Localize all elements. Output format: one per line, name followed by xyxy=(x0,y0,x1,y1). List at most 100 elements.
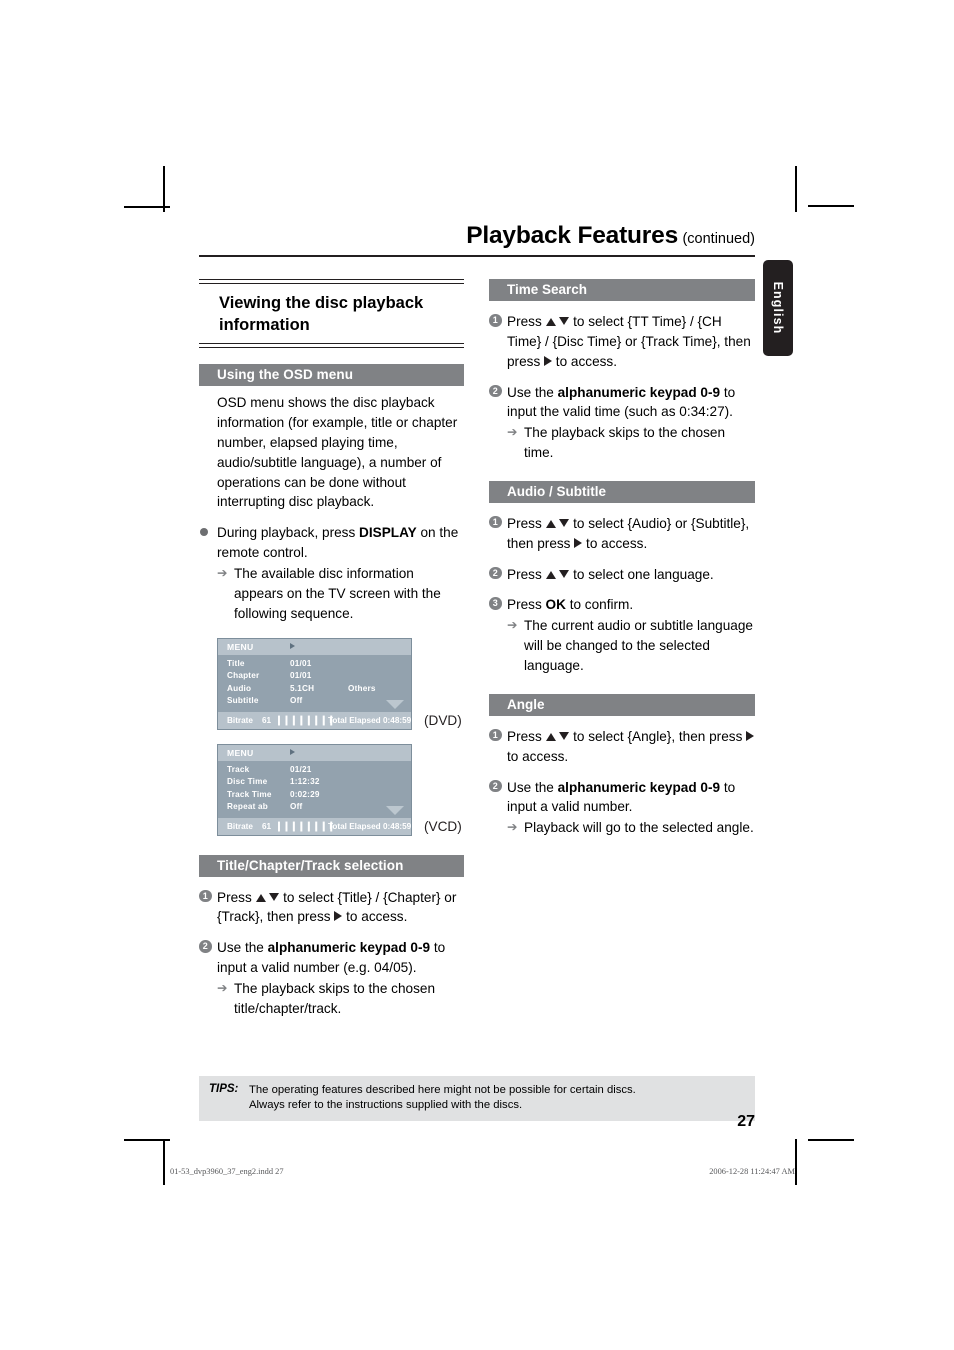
osd-row: Title 01/01 xyxy=(218,658,411,671)
osd-row-value: 5.1CH xyxy=(290,683,315,693)
ts-step2-sub-text: The playback skips to the chosen time. xyxy=(524,425,725,461)
bitrate-bars-icon: ❙❙❙❙❙❙❙❙ xyxy=(275,714,335,726)
tct-step-2: 2 Use the alphanumeric keypad 0-9 to inp… xyxy=(199,938,464,1018)
ts-step1-text-c: to access. xyxy=(552,353,618,369)
angle-step-2: 2 Use the alphanumeric keypad 0-9 to inp… xyxy=(489,778,755,839)
arrow-icon: ➔ xyxy=(217,565,228,580)
step-number-1: 1 xyxy=(489,728,502,742)
osd-vcd-rows: Track 01/21 Disc Time 1:12:32 Track Time… xyxy=(218,761,411,818)
ts-step1-text-a: Press xyxy=(507,314,546,329)
bullet-sub-note: ➔ The available disc information appears… xyxy=(217,564,464,624)
osd-screenshot-dvd-wrap: MENU Title 01/01 Chapter 01/01 Audio 5.1… xyxy=(217,637,462,730)
osd-row-label: Disc Time xyxy=(227,777,268,786)
language-tab: English xyxy=(763,260,793,356)
osd-row: Audio 5.1CH Others xyxy=(218,683,411,696)
bullet-text-before: During playback, press xyxy=(217,525,360,541)
total-elapsed-value: 0:48:59 xyxy=(383,821,412,831)
bitrate-value: 61 xyxy=(262,821,272,831)
step-number-2: 2 xyxy=(489,566,502,580)
osd-vcd-footer: Bitrate 61 ❙❙❙❙❙❙❙❙ Total Elapsed 0:48:5… xyxy=(218,817,412,835)
step-number-3: 3 xyxy=(489,597,502,610)
ts-step2-bold: alphanumeric keypad 0-9 xyxy=(557,384,721,400)
chevron-down-icon xyxy=(386,699,404,709)
crop-mark-top-right-horizontal xyxy=(808,205,854,207)
as-step3-sub-text: The current audio or subtitle language w… xyxy=(524,618,753,673)
osd-row-value-secondary: Others xyxy=(348,683,376,693)
time-search-step-1: 1 Press to select {TT Time} / {CH Time} … xyxy=(489,312,755,372)
osd-vcd-menu-label: MENU xyxy=(227,747,254,758)
total-elapsed-label: Total Elapsed xyxy=(328,821,381,831)
total-elapsed-value: 0:48:59 xyxy=(383,715,412,725)
as-step1-text-c: to access. xyxy=(582,535,648,551)
left-column: Viewing the disc playback information Us… xyxy=(199,279,464,1019)
media-label-vcd: (VCD) xyxy=(424,818,462,834)
crop-mark-top-right-vertical xyxy=(795,166,797,212)
tct-step1-text-c: to access. xyxy=(342,909,408,925)
osd-row-value: Off xyxy=(290,696,303,705)
tct-step2-text-a: Use the xyxy=(217,940,268,956)
osd-row-label: Audio xyxy=(227,683,252,693)
osd-row-label: Chapter xyxy=(227,671,260,680)
right-arrow-icon xyxy=(544,355,553,366)
tips-line-2: Always refer to the instructions supplie… xyxy=(249,1099,523,1112)
subsection-header-audio-subtitle: Audio / Subtitle xyxy=(489,480,755,503)
as-step3-text-b: to confirm. xyxy=(565,597,634,613)
time-search-step-2: 2 Use the alphanumeric keypad 0-9 to inp… xyxy=(489,383,755,463)
arrow-icon: ➔ xyxy=(507,618,518,633)
osd-row: Chapter 01/01 xyxy=(218,670,411,683)
page-title-continued: (continued) xyxy=(682,231,755,247)
osd-vcd-header: MENU xyxy=(218,744,411,761)
crop-mark-bottom-right-vertical xyxy=(795,1139,797,1185)
tct-step2-sub-text: The playback skips to the chosen title/c… xyxy=(234,980,435,1016)
as-step3-text-a: Press xyxy=(507,597,546,613)
subsection-header-osd-menu: Using the OSD menu xyxy=(199,364,464,387)
osd-row: Repeat ab Off xyxy=(218,801,411,814)
tct-step-1: 1 Press to select {Title} / {Chapter} or… xyxy=(199,888,464,928)
osd-screenshot-vcd-wrap: MENU Track 01/21 Disc Time 1:12:32 Track… xyxy=(217,743,462,836)
osd-dvd-rows: Title 01/01 Chapter 01/01 Audio 5.1CH Ot… xyxy=(218,655,411,712)
osd-row-label: Repeat ab xyxy=(227,802,268,811)
bitrate-bars-icon: ❙❙❙❙❙❙❙❙ xyxy=(275,820,335,832)
osd-dvd-footer: Bitrate 61 ❙❙❙❙❙❙❙❙ Total Elapsed 0:48:5… xyxy=(218,711,412,729)
bullet-bold-display: DISPLAY xyxy=(359,525,417,541)
up-arrow-icon xyxy=(545,570,556,579)
as-step3-sub: ➔ The current audio or subtitle language… xyxy=(507,616,755,676)
crop-mark-bottom-right-horizontal xyxy=(808,1139,854,1141)
production-file-name: 01-53_dvp3960_37_eng2.indd 27 xyxy=(170,1167,284,1176)
osd-row-value: 01/01 xyxy=(290,658,312,668)
osd-row: Subtitle Off xyxy=(218,695,411,708)
osd-row-value: 01/21 xyxy=(290,764,312,774)
crop-mark-bottom-left-vertical xyxy=(163,1139,165,1185)
audio-subtitle-step-1: 1 Press to select {Audio} or {Subtitle},… xyxy=(489,514,755,554)
step-number-2: 2 xyxy=(199,940,212,953)
play-icon xyxy=(290,642,295,649)
ts-step2-text-a: Use the xyxy=(507,384,558,400)
osd-row-label: Track xyxy=(227,764,250,774)
an-step2-bold: alphanumeric keypad 0-9 xyxy=(557,779,721,795)
section-heading: Viewing the disc playback information xyxy=(219,294,424,335)
osd-row: Track 01/21 xyxy=(218,764,411,777)
page-content: Playback Features (continued) Viewing th… xyxy=(199,222,755,1016)
an-step2-sub-text: Playback will go to the selected angle. xyxy=(524,820,754,836)
as-step2-text-a: Press xyxy=(507,566,546,582)
osd-row-value: 01/01 xyxy=(290,671,312,680)
as-step2-text-b: to select one language. xyxy=(569,566,714,582)
osd-row: Track Time 0:02:29 xyxy=(218,789,411,802)
page-title: Playback Features xyxy=(466,222,678,249)
step-number-2: 2 xyxy=(489,779,502,792)
audio-subtitle-step-2: 2 Press to select one language. xyxy=(489,565,755,585)
an-step1-text-a: Press xyxy=(507,728,546,744)
section-title-rule-bottom xyxy=(199,343,464,349)
media-label-dvd: (DVD) xyxy=(424,712,462,728)
osd-row-label: Title xyxy=(227,658,245,668)
arrow-icon: ➔ xyxy=(217,980,228,995)
language-tab-label: English xyxy=(771,281,785,335)
bitrate-value: 61 xyxy=(262,715,272,725)
chevron-down-icon xyxy=(386,805,404,815)
tct-step2-bold: alphanumeric keypad 0-9 xyxy=(267,940,431,956)
production-timestamp: 2006-12-28 11:24:47 AM xyxy=(709,1167,795,1176)
page-number: 27 xyxy=(737,1113,755,1130)
up-arrow-icon xyxy=(545,519,556,528)
an-step2-sub: ➔ Playback will go to the selected angle… xyxy=(507,818,755,838)
osd-row-label: Subtitle xyxy=(227,696,259,705)
